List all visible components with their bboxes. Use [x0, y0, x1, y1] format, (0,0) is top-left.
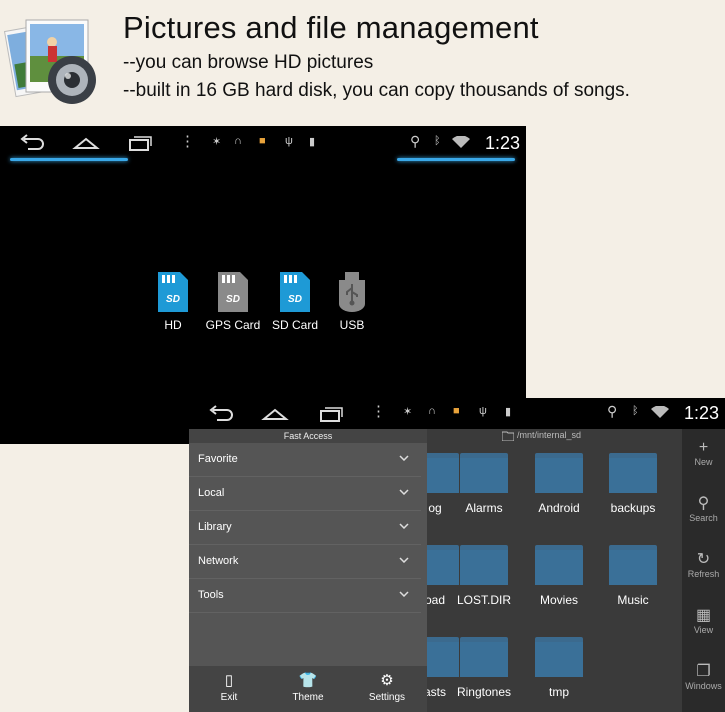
folder-item[interactable]: tmp	[529, 637, 589, 699]
current-path: /mnt/internal_sd	[517, 430, 582, 440]
svg-text:SD: SD	[288, 294, 302, 305]
exit-icon: ▯	[224, 672, 234, 689]
folder-icon	[535, 545, 583, 585]
headset-icon: ∩	[428, 405, 436, 417]
windows-icon: ❐	[696, 663, 711, 680]
sd-card-icon: SD	[158, 272, 188, 312]
status-glow-right	[397, 158, 515, 161]
folder-item[interactable]: backups	[603, 453, 663, 515]
shirt-icon: 👕	[298, 672, 318, 689]
drawer-item-library[interactable]: Library	[189, 511, 421, 545]
gps-icon: ⚲	[607, 403, 618, 419]
plus-icon: +	[698, 439, 709, 456]
bluetooth-icon: ᛒ	[632, 405, 639, 417]
menu-icon[interactable]: ⋮	[371, 402, 386, 420]
settings-button[interactable]: ⚙ Settings	[357, 672, 417, 703]
page-title: Pictures and file management	[123, 10, 539, 45]
folder-icon	[609, 545, 657, 585]
svg-text:SD: SD	[166, 294, 180, 305]
drive-label: HD	[164, 318, 182, 332]
drawer-item-network[interactable]: Network	[189, 545, 421, 579]
sd-card-icon: SD	[218, 272, 248, 312]
view-button[interactable]: ▦ View	[682, 607, 725, 635]
gallery-icon: ■	[453, 405, 460, 417]
theme-button[interactable]: 👕 Theme	[278, 672, 338, 703]
usb-icon: ψ	[479, 405, 487, 417]
recent-apps-icon[interactable]	[317, 403, 345, 425]
wifi-icon	[452, 136, 470, 148]
gear-icon: ⚙	[380, 672, 394, 689]
status-glow-left	[10, 158, 128, 161]
windows-button[interactable]: ❐ Windows	[682, 663, 725, 691]
chevron-down-icon	[399, 489, 409, 495]
grid-view-icon: ▦	[695, 607, 712, 624]
recent-apps-icon[interactable]	[126, 132, 154, 154]
chevron-down-icon	[399, 523, 409, 529]
pictures-logo-icon	[3, 10, 110, 106]
folder-icon	[460, 453, 508, 493]
home-icon[interactable]	[261, 403, 289, 425]
drawer-item-tools[interactable]: Tools	[189, 579, 421, 613]
folder-item[interactable]: Movies	[529, 545, 589, 607]
folder-icon	[535, 637, 583, 677]
folder-icon	[535, 453, 583, 493]
clock: 1:23	[683, 403, 719, 423]
folder-grid: og Alarms Android backups oad LOST.DIR M…	[411, 445, 682, 712]
folder-item[interactable]: Music	[603, 545, 663, 607]
path-bar[interactable]: /mnt/internal_sd	[427, 429, 682, 443]
back-icon[interactable]	[18, 132, 46, 154]
file-manager-screen: ⋮ ✶ ∩ ■ ψ ▮ ⚲ ᛒ 1:23 /mnt/internal_sd og…	[189, 398, 725, 712]
drawer-item-local[interactable]: Local	[189, 477, 421, 511]
search-button[interactable]: ⚲ Search	[682, 495, 725, 523]
notification-icon: ✶	[212, 136, 222, 148]
drawer-item-favorite[interactable]: Favorite	[189, 443, 421, 477]
drawer-footer: ▯ Exit 👕 Theme ⚙ Settings	[189, 666, 427, 712]
storage-screen: ⋮ ✶ ∩ ■ ψ ▮ ⚲ ᛒ 1:23 SD HD SD GPS Card S…	[0, 126, 526, 444]
gallery-icon: ■	[259, 135, 266, 147]
status-bar: ⋮ ✶ ∩ ■ ψ ▮ ⚲ ᛒ 1:23	[0, 126, 526, 162]
drive-label: GPS Card	[205, 318, 261, 332]
refresh-button[interactable]: ↻ Refresh	[682, 551, 725, 579]
drive-label: SD Card	[271, 318, 318, 332]
drive-usb[interactable]: USB	[317, 272, 387, 332]
gps-icon: ⚲	[410, 133, 421, 149]
folder-small-icon	[502, 431, 514, 441]
wifi-icon	[651, 406, 669, 418]
folder-icon	[460, 637, 508, 677]
headset-icon: ∩	[234, 135, 242, 147]
usb-drive-icon	[339, 272, 365, 312]
fast-access-drawer: Fast Access Favorite Local Library Netwo…	[189, 429, 427, 712]
chevron-down-icon	[399, 455, 409, 461]
status-bar-2: ⋮ ✶ ∩ ■ ψ ▮ ⚲ ᛒ 1:23	[189, 398, 725, 429]
svg-text:SD: SD	[226, 294, 240, 305]
storage-icon: ▮	[505, 406, 512, 418]
search-icon: ⚲	[697, 495, 710, 512]
folder-item[interactable]: Android	[529, 453, 589, 515]
clock: 1:23	[484, 133, 520, 153]
drive-label: USB	[339, 318, 365, 332]
drive-gps-card[interactable]: SD GPS Card	[198, 272, 268, 332]
action-sidebar: + New ⚲ Search ↻ Refresh ▦ View ❐ Windows	[682, 429, 725, 712]
back-icon[interactable]	[207, 403, 235, 425]
new-button[interactable]: + New	[682, 439, 725, 467]
drawer-title: Fast Access	[189, 429, 427, 443]
exit-button[interactable]: ▯ Exit	[199, 672, 259, 703]
folder-item[interactable]: Ringtones	[454, 637, 514, 699]
folder-icon	[460, 545, 508, 585]
refresh-icon: ↻	[696, 551, 711, 568]
chevron-down-icon	[399, 591, 409, 597]
folder-item[interactable]: Alarms	[454, 453, 514, 515]
home-icon[interactable]	[72, 132, 100, 154]
sd-card-icon: SD	[280, 272, 310, 312]
folder-item[interactable]: LOST.DIR	[454, 545, 514, 607]
notification-icon: ✶	[403, 406, 413, 418]
feature-line-2: --built in 16 GB hard disk, you can copy…	[123, 80, 630, 101]
chevron-down-icon	[399, 557, 409, 563]
feature-line-1: --you can browse HD pictures	[123, 52, 374, 73]
folder-icon	[609, 453, 657, 493]
usb-icon: ψ	[285, 135, 293, 147]
storage-icon: ▮	[309, 136, 316, 148]
bluetooth-icon: ᛒ	[434, 135, 441, 147]
menu-icon[interactable]: ⋮	[180, 132, 195, 150]
